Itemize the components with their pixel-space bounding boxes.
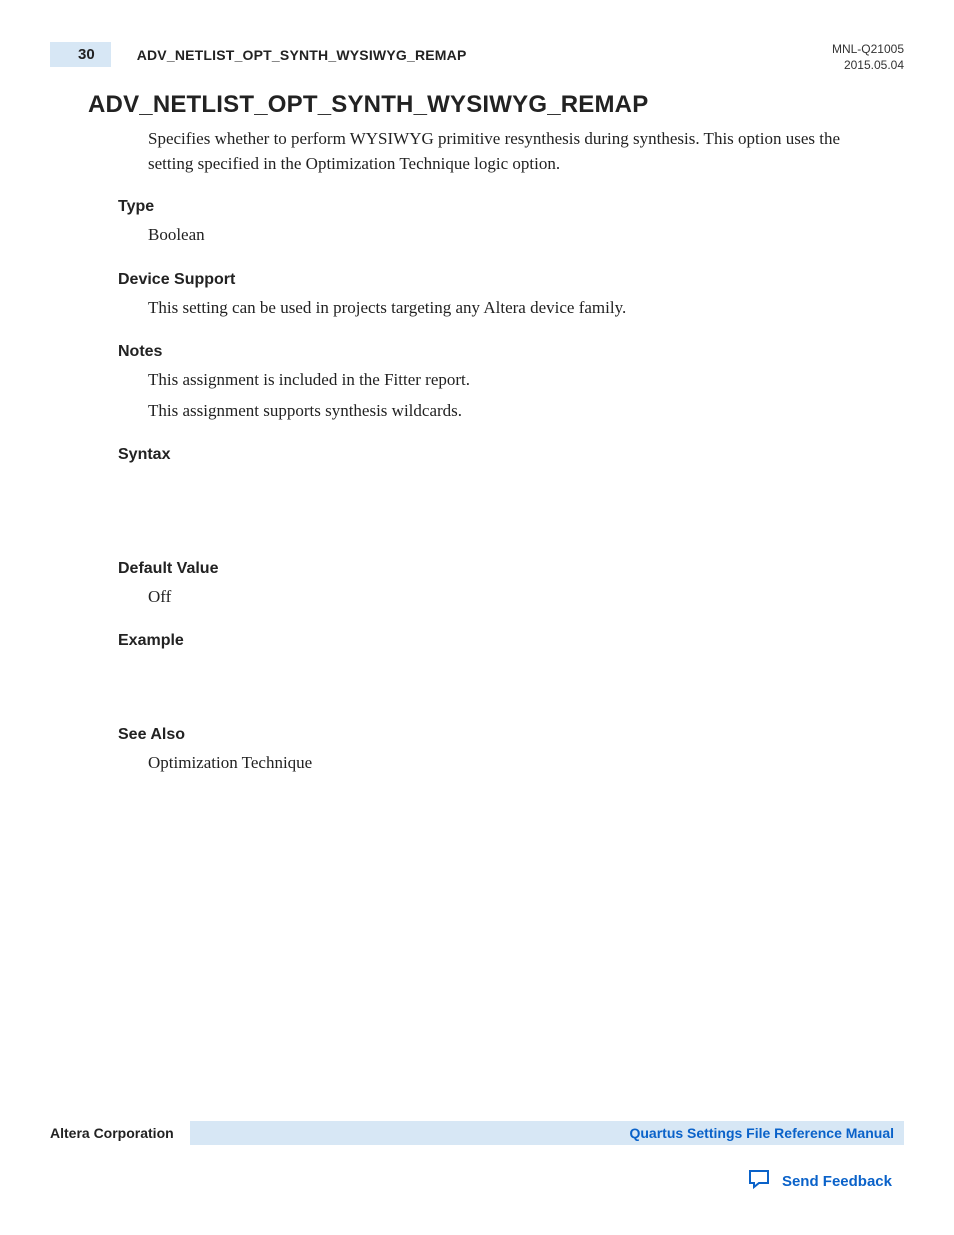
feedback-icon	[746, 1167, 772, 1195]
page-header: 30 ADV_NETLIST_OPT_SYNTH_WYSIWYG_REMAP M…	[50, 42, 904, 73]
send-feedback-link[interactable]: Send Feedback	[746, 1167, 892, 1195]
doc-date: 2015.05.04	[832, 58, 904, 74]
section-heading-device-support: Device Support	[118, 271, 864, 289]
header-right: MNL-Q21005 2015.05.04	[832, 42, 904, 73]
feedback-label: Send Feedback	[782, 1173, 892, 1190]
section-heading-see-also: See Also	[118, 726, 864, 744]
section-body-default-value: Off	[148, 584, 864, 610]
syntax-placeholder	[118, 470, 864, 560]
section-heading-example: Example	[118, 632, 864, 650]
example-placeholder	[118, 656, 864, 726]
page-title: ADV_NETLIST_OPT_SYNTH_WYSIWYG_REMAP	[88, 91, 904, 119]
section-heading-type: Type	[118, 198, 864, 216]
section-heading-notes: Notes	[118, 343, 864, 361]
header-left: 30 ADV_NETLIST_OPT_SYNTH_WYSIWYG_REMAP	[50, 42, 467, 67]
footer-stripe: Quartus Settings File Reference Manual	[190, 1121, 904, 1145]
page-number: 30	[50, 42, 111, 67]
section-heading-syntax: Syntax	[118, 446, 864, 464]
footer-bar: Altera Corporation Quartus Settings File…	[50, 1121, 904, 1145]
section-body-see-also: Optimization Technique	[148, 750, 864, 776]
section-body-type: Boolean	[148, 222, 864, 248]
section-body-notes: This assignment is included in the Fitte…	[148, 367, 864, 424]
section-heading-default-value: Default Value	[118, 560, 864, 578]
footer-company: Altera Corporation	[50, 1125, 190, 1141]
section-body-device-support: This setting can be used in projects tar…	[148, 295, 864, 321]
notes-line-2: This assignment supports synthesis wildc…	[148, 398, 864, 424]
notes-line-1: This assignment is included in the Fitte…	[148, 367, 864, 393]
doc-id: MNL-Q21005	[832, 42, 904, 58]
running-title: ADV_NETLIST_OPT_SYNTH_WYSIWYG_REMAP	[137, 47, 467, 63]
manual-link[interactable]: Quartus Settings File Reference Manual	[629, 1125, 894, 1141]
intro-paragraph: Specifies whether to perform WYSIWYG pri…	[148, 127, 864, 176]
